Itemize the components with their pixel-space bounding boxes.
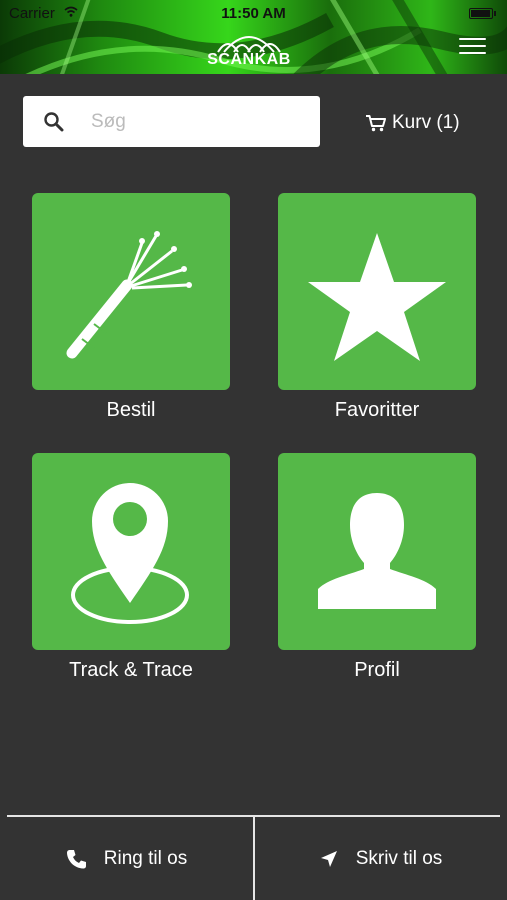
- tile-favoritter[interactable]: Favoritter: [278, 193, 476, 423]
- search-input[interactable]: [89, 106, 303, 138]
- hamburger-line: [459, 45, 486, 47]
- status-bar: Carrier 11:50 AM: [0, 4, 507, 24]
- tile-favoritter-label: Favoritter: [334, 399, 420, 421]
- tile-track-trace[interactable]: Track & Trace: [32, 453, 230, 683]
- app-header: Carrier 11:50 AM SCANKAB: [0, 0, 507, 74]
- location-pin-icon: [71, 483, 189, 624]
- tile-profil[interactable]: Profil: [278, 453, 476, 683]
- tile-favoritter-box: [278, 193, 476, 390]
- tile-track-trace-box: [32, 453, 230, 650]
- tile-bestil-box: [32, 193, 230, 390]
- hamburger-icon: [459, 38, 486, 40]
- logo-text: SCANKAB: [207, 51, 291, 68]
- cart-button[interactable]: Kurv (1): [366, 110, 460, 136]
- tile-bestil-label: Bestil: [106, 399, 156, 421]
- logo-arches-icon: [217, 36, 281, 53]
- tile-profil-box: [278, 453, 476, 650]
- cable-icon: [66, 231, 192, 359]
- cart-label: Kurv (1): [392, 112, 460, 133]
- menu-button[interactable]: [459, 38, 486, 56]
- star-icon: [308, 233, 446, 361]
- search-box[interactable]: [23, 96, 320, 147]
- write-label: Skriv til os: [355, 847, 443, 869]
- clock: 11:50 AM: [221, 5, 286, 22]
- tile-profil-label: Profil: [354, 659, 400, 681]
- cart-icon: [366, 115, 386, 132]
- tile-bestil[interactable]: Bestil: [32, 193, 230, 423]
- battery-icon: [469, 8, 496, 19]
- call-button[interactable]: Ring til os: [0, 817, 253, 900]
- phone-icon: [66, 849, 86, 868]
- send-arrow-icon: [320, 850, 337, 867]
- call-label: Ring til os: [103, 847, 188, 869]
- scankab-logo: SCANKAB: [204, 24, 294, 68]
- write-button[interactable]: Skriv til os: [255, 817, 507, 900]
- search-icon: [44, 112, 64, 132]
- tile-track-trace-label: Track & Trace: [69, 659, 193, 681]
- person-icon: [318, 493, 436, 609]
- bottom-bar: Ring til os Skriv til os: [0, 815, 507, 900]
- hamburger-line: [459, 52, 486, 54]
